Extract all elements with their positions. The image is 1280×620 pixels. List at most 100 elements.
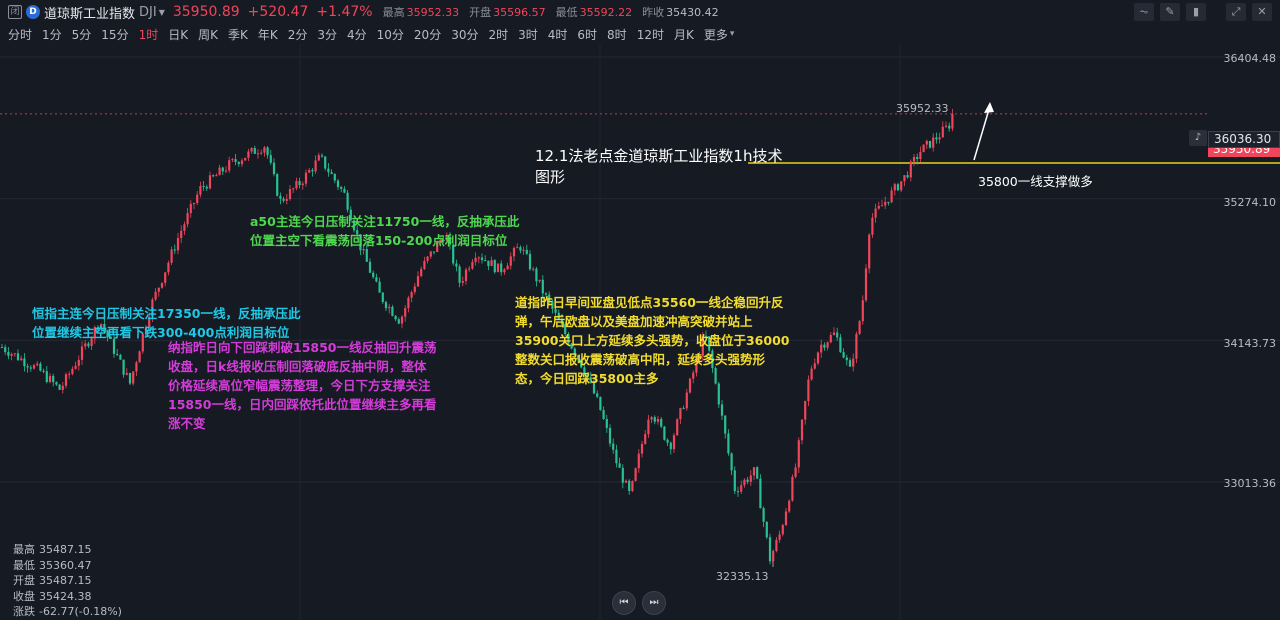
candle-body	[922, 144, 925, 153]
candle-body	[919, 152, 922, 160]
next-page-icon[interactable]: ⏭	[642, 591, 666, 615]
candle-body	[759, 478, 762, 509]
candle-body	[861, 300, 864, 322]
tab-period[interactable]: 2时	[488, 26, 508, 43]
tab-period[interactable]: 10分	[377, 26, 404, 43]
candle-body	[202, 185, 205, 187]
indicator-icon[interactable]: ⏦	[1134, 3, 1154, 21]
tab-period[interactable]: 4分	[347, 26, 367, 43]
candle-body	[471, 261, 474, 269]
low-label: 最低	[555, 6, 578, 19]
candle-body	[660, 418, 663, 427]
candle-body	[84, 343, 87, 347]
candle-body	[730, 453, 733, 471]
instrument-code[interactable]: DJI	[139, 5, 157, 20]
annotation-hsi: 恒指主连今日压制关注17350一线，反抽承压此 位置继续主空再看下跌300-40…	[32, 304, 301, 342]
candle-body	[32, 365, 36, 369]
candle-body	[381, 292, 384, 303]
tab-period[interactable]: 1时	[139, 26, 159, 43]
window-box-icon[interactable]: 闭	[8, 5, 22, 19]
quote-header: 闭 D 道琼斯工业指数 DJI ▼ 35950.89 +520.47 +1.47…	[0, 0, 1280, 24]
tab-period[interactable]: 1分	[42, 26, 62, 43]
candle-body	[423, 260, 426, 269]
alert-price-tag[interactable]: 36036.30	[1208, 131, 1280, 148]
candle-body	[538, 279, 541, 282]
annotation-line: 价格延续高位窄幅震荡整理，今日下方支撑关注	[168, 378, 431, 393]
annotation-a50: a50主连今日压制关注11750一线，反抽承压此 位置主空下看震荡回落150-2…	[250, 212, 519, 250]
candle-body	[45, 371, 48, 383]
candle-body	[826, 342, 829, 348]
chevron-down-icon[interactable]: ▾	[730, 29, 735, 39]
candle-body	[308, 170, 311, 173]
candle-body	[135, 362, 138, 372]
annotation-line: 纳指昨日向下回踩刺破15850一线反抽回升震荡	[168, 340, 437, 355]
candle-body	[608, 427, 612, 444]
candle-body	[468, 268, 471, 270]
candle-body	[829, 335, 832, 343]
chart-nav: ⏮ ⏭	[612, 591, 666, 615]
candle-body	[650, 417, 653, 420]
tab-period[interactable]: 日K	[168, 26, 188, 43]
tab-period[interactable]: 年K	[258, 26, 278, 43]
tab-period[interactable]: 30分	[451, 26, 478, 43]
last-price: 35950.89	[172, 4, 240, 20]
candle-body	[4, 347, 7, 352]
tab-period[interactable]: 3分	[317, 26, 337, 43]
candle-body	[173, 249, 176, 251]
tab-period[interactable]: 20分	[414, 26, 441, 43]
stat-label: 收盘	[13, 589, 35, 603]
tab-period[interactable]: 2分	[288, 26, 308, 43]
tab-period[interactable]: 6时	[577, 26, 597, 43]
candle-body	[788, 500, 791, 512]
chevron-down-icon[interactable]: ▼	[159, 8, 165, 17]
candle-body	[80, 346, 84, 360]
tab-period[interactable]: 5分	[72, 26, 92, 43]
candle-icon[interactable]: ▮	[1186, 3, 1206, 21]
annotation-line: 涨不变	[168, 416, 206, 431]
candle-body	[333, 173, 336, 181]
candle-body	[196, 194, 199, 203]
candle-body	[327, 168, 330, 173]
candle-body	[240, 160, 244, 165]
chart-title-annotation: 12.1法老点金道琼斯工业指数1h技术 图形	[535, 146, 782, 188]
prev-page-icon[interactable]: ⏮	[612, 591, 636, 615]
candle-body	[237, 162, 240, 165]
expand-icon[interactable]: ⤢	[1226, 3, 1246, 21]
candle-body	[775, 539, 778, 551]
tab-period[interactable]: 3时	[518, 26, 538, 43]
candle-body	[791, 476, 794, 501]
low-value: 35592.22	[579, 5, 633, 19]
tab-period[interactable]: 12时	[637, 26, 664, 43]
tab-period[interactable]: 4时	[548, 26, 568, 43]
candle-body	[394, 315, 397, 320]
candle-body	[720, 404, 724, 416]
candle-body	[304, 172, 308, 184]
tab-period[interactable]: 8时	[607, 26, 627, 43]
candle-body	[269, 155, 272, 163]
candle-body	[301, 183, 304, 186]
y-tick-1: 35274.10	[1223, 196, 1277, 209]
tab-period[interactable]: 月K	[674, 26, 694, 43]
tab-period[interactable]: 季K	[228, 26, 248, 43]
candle-body	[400, 316, 404, 324]
candle-body	[896, 184, 900, 191]
candle-body	[618, 463, 621, 468]
tab-period[interactable]: 更多	[704, 26, 728, 43]
annotation-line: 15850一线，日内回踩依托此位置继续主多再看	[168, 397, 437, 412]
annotation-line: 道指昨日早间亚盘见低点35560一线企稳回升反	[515, 295, 784, 310]
candle-body	[116, 353, 119, 355]
tab-period[interactable]: 分时	[8, 26, 32, 43]
stat-label: 最低	[13, 558, 35, 572]
tab-period[interactable]: 15分	[101, 26, 128, 43]
candle-body	[458, 266, 461, 283]
candlestick-chart[interactable]: 36404.48 35274.10 34143.73 33013.36 ♪ 35…	[0, 44, 1280, 620]
tab-period[interactable]: 周K	[198, 26, 218, 43]
candle-body	[365, 248, 368, 262]
bell-icon[interactable]: ♪	[1189, 130, 1207, 146]
close-icon[interactable]: ✕	[1252, 3, 1272, 21]
candle-body	[16, 353, 20, 361]
candle-body	[605, 418, 608, 428]
candle-body	[804, 401, 807, 420]
draw-icon[interactable]: ✎	[1160, 3, 1180, 21]
candle-body	[154, 291, 157, 300]
